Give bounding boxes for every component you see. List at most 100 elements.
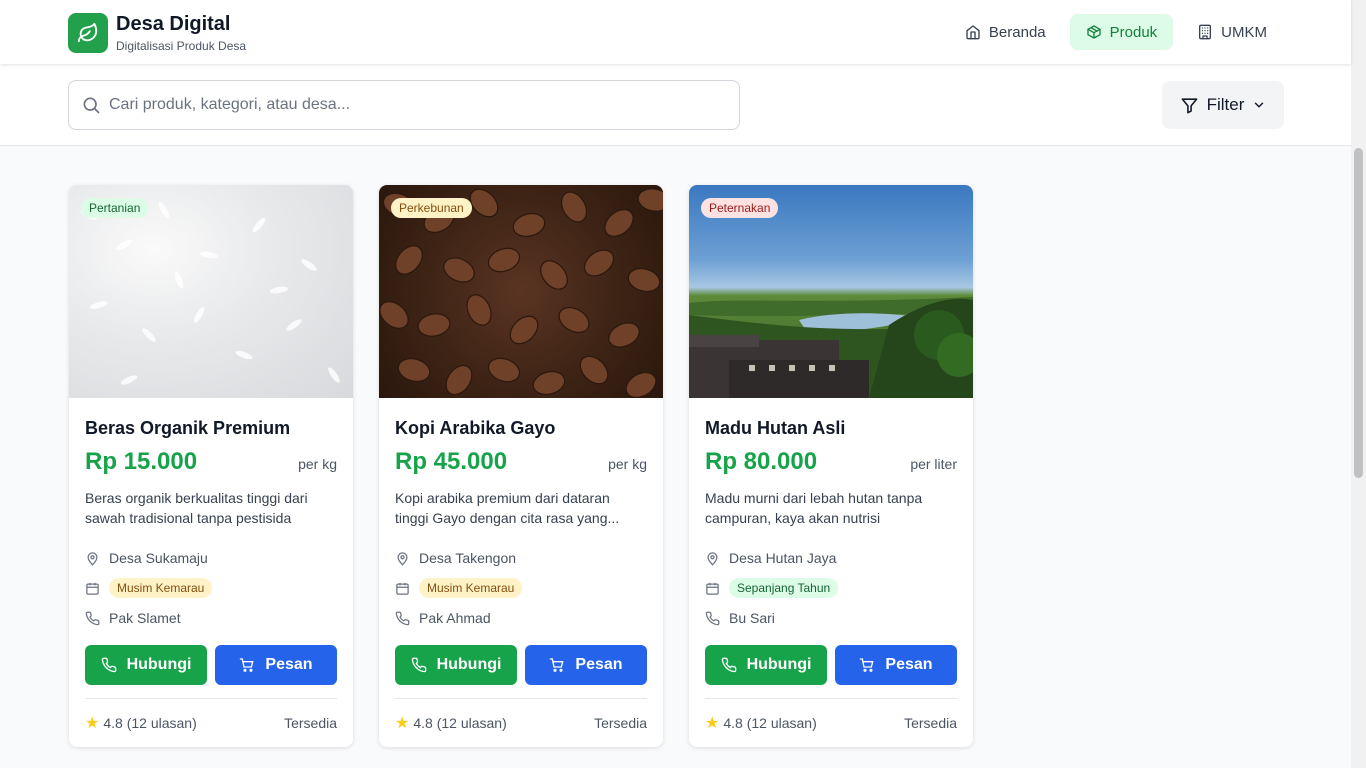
village-row: Desa Takengon [395,543,647,573]
map-pin-icon [397,551,408,566]
home-icon [966,25,980,40]
map-pin-icon [87,551,98,566]
phone-icon [721,657,736,673]
product-name: Beras Organik Premium [85,418,291,438]
rating-text: 4.8 (12 ulasan) [413,715,507,731]
phone-icon [395,611,410,625]
product-card[interactable]: Peternakan Madu Hutan Asli Rp 80.000 per… [689,185,973,747]
cart-icon [240,658,254,672]
village-name: Desa Takengon [419,550,517,566]
order-button[interactable]: Pesan [525,645,647,685]
star-icon: ★ [395,715,410,732]
product-image: Perkebunan [379,185,663,398]
rating: ★ 4.8 (12 ulasan) [705,713,817,733]
seller-row: Bu Sari [705,603,957,633]
card-footer: ★ 4.8 (12 ulasan) Tersedia [395,698,647,733]
product-description: Madu murni dari lebah hutan tanpa campur… [705,490,923,526]
brand[interactable]: Desa Digital Digitalisasi Produk Desa [68,12,246,54]
product-name: Madu Hutan Asli [705,418,846,438]
star-icon: ★ [705,715,720,732]
calendar-icon [706,582,719,595]
product-name: Kopi Arabika Gayo [395,418,556,438]
brand-title: Desa Digital [116,13,231,35]
page-scrollbar[interactable] [1351,0,1366,768]
star-icon: ★ [85,715,100,732]
season-row: Musim Kemarau [85,573,337,603]
contact-label: Hubungi [436,656,502,673]
product-image: Peternakan [689,185,973,398]
product-price: Rp 80.000 [705,448,818,475]
product-price: Rp 45.000 [395,448,508,475]
order-label: Pesan [265,656,313,673]
scrollbar-thumb[interactable] [1354,148,1363,478]
category-badge: Perkebunan [391,198,472,218]
category-badge: Pertanian [81,198,149,218]
calendar-icon [86,582,99,595]
contact-button[interactable]: Hubungi [395,645,517,685]
product-description: Kopi arabika premium dari dataran tinggi… [395,490,620,526]
nav-item-label: Beranda [988,23,1046,41]
phone-icon [85,611,100,625]
price-unit: per liter [910,456,957,472]
village-row: Desa Sukamaju [85,543,337,573]
stock-status: Tersedia [904,715,957,731]
village-name: Desa Hutan Jaya [729,550,837,566]
seller-name: Pak Slamet [109,610,181,626]
main-nav: Beranda Produk UMKM [949,14,1283,50]
package-icon [1086,25,1101,39]
order-label: Pesan [885,656,933,673]
nav-item-label: Produk [1109,23,1158,41]
filter-icon [1181,97,1198,113]
calendar-icon [396,582,409,595]
nav-item-umkm[interactable]: UMKM [1181,14,1283,50]
nav-item-produk[interactable]: Produk [1069,14,1174,50]
contact-label: Hubungi [126,656,192,673]
rating-text: 4.8 (12 ulasan) [103,715,197,731]
product-grid: Pertanian Beras Organik Premium Rp 15.00… [69,185,973,747]
search-field[interactable] [68,80,740,130]
price-unit: per kg [298,456,337,472]
village-name: Desa Sukamaju [109,550,208,566]
cart-icon [860,658,874,672]
building-icon [1199,24,1212,40]
product-card[interactable]: Perkebunan Kopi Arabika Gayo Rp 45.000 p… [379,185,663,747]
season-row: Sepanjang Tahun [705,573,957,603]
stock-status: Tersedia [594,715,647,731]
product-card[interactable]: Pertanian Beras Organik Premium Rp 15.00… [69,185,353,747]
seller-row: Pak Ahmad [395,603,647,633]
category-badge: Peternakan [701,198,779,218]
rating: ★ 4.8 (12 ulasan) [85,713,197,733]
search-bar: Filter [0,64,1351,146]
season-row: Musim Kemarau [395,573,647,603]
phone-icon [101,657,116,673]
order-button[interactable]: Pesan [215,645,337,685]
nav-item-beranda[interactable]: Beranda [949,14,1062,50]
contact-button[interactable]: Hubungi [705,645,827,685]
seller-row: Pak Slamet [85,603,337,633]
card-footer: ★ 4.8 (12 ulasan) Tersedia [705,698,957,733]
card-footer: ★ 4.8 (12 ulasan) Tersedia [85,698,337,733]
seller-name: Pak Ahmad [419,610,491,626]
cart-icon [550,658,564,672]
product-description: Beras organik berkualitas tinggi dari sa… [85,490,308,526]
stock-status: Tersedia [284,715,337,731]
village-row: Desa Hutan Jaya [705,543,957,573]
phone-icon [411,657,426,673]
product-price: Rp 15.000 [85,448,198,475]
map-pin-icon [707,551,718,566]
season-badge: Musim Kemarau [109,578,213,598]
search-input[interactable] [109,96,709,114]
filter-button[interactable]: Filter [1162,81,1284,129]
product-image: Pertanian [69,185,353,398]
rating-text: 4.8 (12 ulasan) [723,715,817,731]
brand-subtitle: Digitalisasi Produk Desa [116,39,247,53]
search-icon [83,97,100,114]
filter-label: Filter [1206,95,1245,114]
price-unit: per kg [608,456,647,472]
order-button[interactable]: Pesan [835,645,957,685]
order-label: Pesan [575,656,623,673]
season-badge: Sepanjang Tahun [729,578,839,598]
chevron-down-icon [1255,102,1264,108]
contact-button[interactable]: Hubungi [85,645,207,685]
seller-name: Bu Sari [729,610,775,626]
